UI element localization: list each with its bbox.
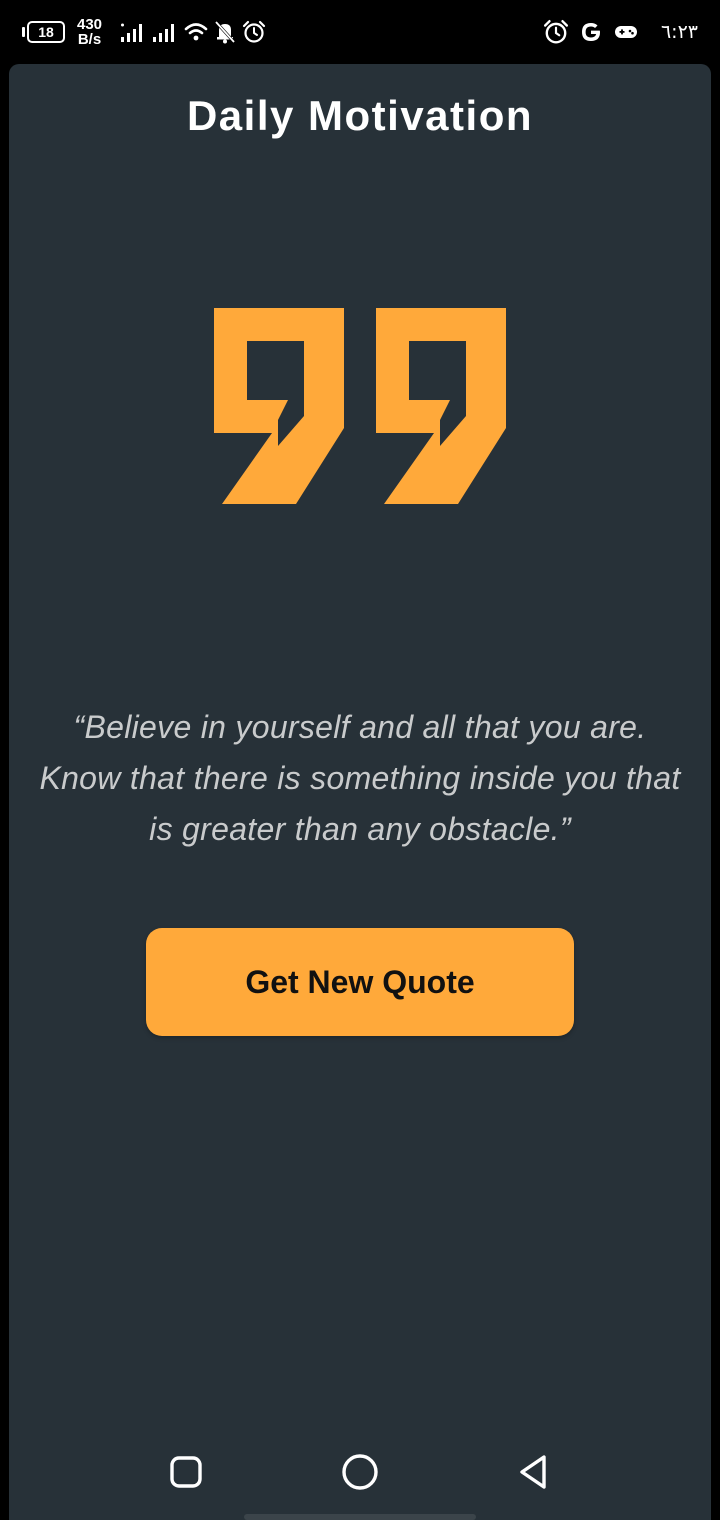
battery-indicator: 18 (22, 21, 65, 43)
page-title: Daily Motivation (186, 92, 534, 139)
game-controller-icon (614, 26, 637, 38)
battery-nub (22, 27, 25, 37)
status-bar-right: ٦:٢٣ (543, 14, 698, 50)
back-triangle-icon (520, 1455, 546, 1489)
battery-level: 18 (27, 21, 65, 43)
recents-button[interactable] (164, 1450, 208, 1494)
clock-time: ٦:٢٣ (660, 21, 698, 43)
signal-icon (121, 23, 143, 42)
status-bar-left: 18 430 B/s (22, 14, 266, 50)
status-icons-left (120, 20, 266, 44)
network-speed: 430 B/s (77, 17, 102, 47)
status-bar: 18 430 B/s ٦:٢٣ (0, 0, 720, 64)
quote-mark-icon (214, 308, 506, 504)
app-screen: Daily Motivation “Believe in yourself an… (9, 64, 711, 1520)
network-speed-unit: B/s (77, 31, 102, 48)
mute-notifications-icon (214, 20, 236, 44)
alarm-icon (543, 19, 568, 44)
quote-text: “Believe in yourself and all that you ar… (39, 709, 681, 847)
home-button[interactable] (338, 1450, 382, 1494)
wifi-icon (184, 23, 208, 41)
get-new-quote-button[interactable]: Get New Quote (146, 928, 574, 1036)
home-circle-icon (342, 1454, 378, 1490)
home-indicator (244, 1514, 476, 1520)
google-icon (581, 23, 600, 41)
alarm-icon (242, 20, 266, 43)
back-button[interactable] (512, 1450, 556, 1494)
recents-square-icon (170, 1456, 202, 1488)
navigation-bar (9, 1428, 711, 1520)
network-speed-value: 430 (77, 16, 103, 33)
signal-icon (153, 24, 175, 42)
